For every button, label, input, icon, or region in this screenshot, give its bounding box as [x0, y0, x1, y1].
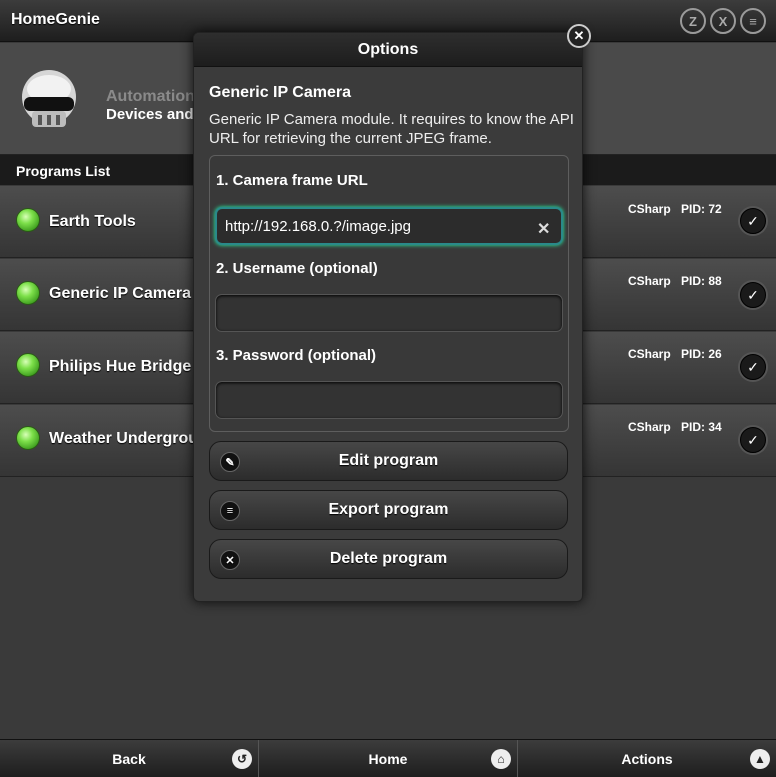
banner-subtitle: Automation	[106, 88, 195, 105]
module-description: Generic IP Camera module. It requires to…	[209, 111, 574, 147]
program-pid: PID: 34	[681, 420, 722, 434]
status-led-icon	[16, 208, 40, 232]
robot-helmet-icon	[22, 70, 76, 127]
program-language: CSharp	[628, 420, 671, 434]
back-button[interactable]: Back ↺	[0, 740, 259, 777]
home-button[interactable]: Home ⌂	[259, 740, 518, 777]
clear-input-icon[interactable]: ✕	[537, 219, 550, 239]
program-name: Generic IP Camera	[49, 285, 192, 302]
pencil-icon: ✎	[220, 452, 240, 472]
footer-toolbar: Back ↺ Home ⌂ Actions ▲	[0, 739, 776, 777]
header-icons: Z X ≡	[680, 8, 766, 34]
check-icon[interactable]: ✓	[740, 282, 766, 308]
program-name: Philips Hue Bridge	[49, 358, 192, 375]
export-program-button[interactable]: ≡ Export program	[209, 490, 568, 530]
dialog-title: Options	[194, 33, 582, 67]
app-title: HomeGenie	[11, 11, 100, 28]
x10-icon[interactable]: X	[710, 8, 736, 34]
edit-program-label: Edit program	[338, 452, 439, 469]
camera-url-input[interactable]	[215, 207, 563, 245]
program-name: Weather Undergrou	[49, 430, 199, 447]
zwave-icon[interactable]: Z	[680, 8, 706, 34]
close-dialog-button[interactable]: ✕	[567, 24, 591, 48]
check-icon[interactable]: ✓	[740, 427, 766, 453]
username-label: 2. Username (optional)	[216, 260, 378, 277]
banner-title: Devices and	[106, 106, 194, 123]
home-icon: ⌂	[491, 749, 511, 769]
password-label: 3. Password (optional)	[216, 347, 377, 364]
program-name: Earth Tools	[49, 213, 136, 230]
delete-program-label: Delete program	[329, 550, 448, 567]
camera-url-label: 1. Camera frame URL	[216, 172, 368, 189]
program-language: CSharp	[628, 202, 671, 216]
export-program-label: Export program	[328, 501, 449, 518]
options-form: 1. Camera frame URL ✕ 2. Username (optio…	[209, 155, 569, 432]
delete-icon: ✕	[220, 550, 240, 570]
password-input[interactable]	[215, 381, 563, 419]
edit-program-button[interactable]: ✎ Edit program	[209, 441, 568, 481]
status-led-icon	[16, 353, 40, 377]
chevron-up-icon: ▲	[750, 749, 770, 769]
filter-icon[interactable]: ≡	[740, 8, 766, 34]
program-pid: PID: 72	[681, 202, 722, 216]
program-language: CSharp	[628, 274, 671, 288]
actions-button[interactable]: Actions ▲	[518, 740, 776, 777]
module-name: Generic IP Camera	[209, 84, 352, 101]
program-language: CSharp	[628, 347, 671, 361]
username-input[interactable]	[215, 294, 563, 332]
delete-program-button[interactable]: ✕ Delete program	[209, 539, 568, 579]
list-icon: ≡	[220, 501, 240, 521]
program-pid: PID: 26	[681, 347, 722, 361]
options-dialog: Options Generic IP Camera Generic IP Cam…	[193, 32, 583, 602]
back-button-label: Back	[112, 750, 146, 767]
status-led-icon	[16, 281, 40, 305]
status-led-icon	[16, 426, 40, 450]
check-icon[interactable]: ✓	[740, 354, 766, 380]
actions-button-label: Actions	[621, 750, 673, 767]
program-pid: PID: 88	[681, 274, 722, 288]
home-button-label: Home	[368, 750, 408, 767]
check-icon[interactable]: ✓	[740, 208, 766, 234]
programs-list-title: Programs List	[16, 163, 111, 179]
back-icon: ↺	[232, 749, 252, 769]
